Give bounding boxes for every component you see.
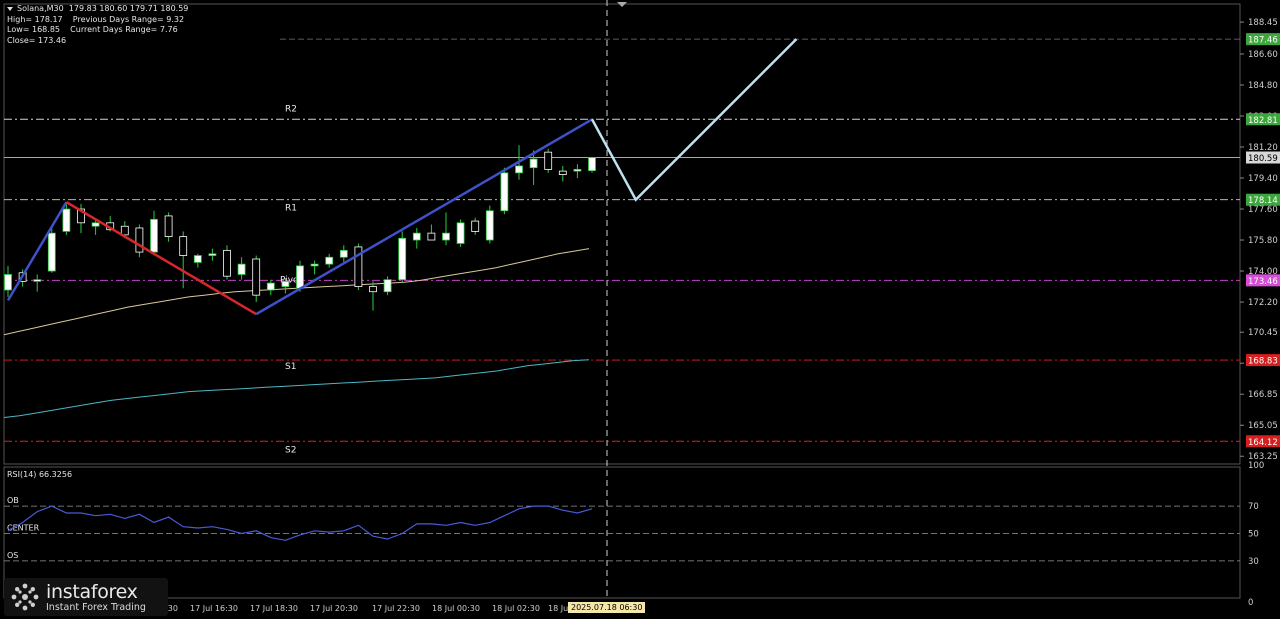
level-tag-label: 173.46 (1248, 277, 1278, 287)
candle-bear (179, 236, 188, 256)
candle-bull (325, 256, 334, 265)
level-tag-label: 182.81 (1248, 116, 1278, 126)
level-tag-label: 168.83 (1248, 357, 1278, 367)
candle-bull (310, 263, 319, 267)
current-range-value: Current Days Range= 7.76 (70, 25, 178, 34)
candle-bull (398, 237, 407, 281)
ma-slow-line (3, 359, 590, 418)
price-tick-label: 170.45 (1248, 328, 1278, 338)
rsi-line (7, 505, 593, 541)
candle-bear (544, 151, 553, 170)
level-text-r2: R2 (285, 104, 297, 114)
candle-bear (252, 258, 261, 296)
prev-range-value: Previous Days Range= 9.32 (72, 14, 185, 24)
level-tag-label: 164.12 (1248, 438, 1278, 448)
candle-bull (588, 157, 596, 171)
candle-bull (296, 265, 304, 289)
price-tick-label: 172.20 (1248, 298, 1278, 308)
rsi-level-label: OS (7, 551, 18, 560)
candle-bull (529, 158, 538, 169)
chart-canvas: 188.45186.60184.80183.00181.20179.40177.… (3, 0, 1280, 613)
candle-bull (573, 168, 582, 172)
candle-bull (33, 279, 42, 282)
candle-bear (223, 249, 231, 277)
price-tick-label: 177.60 (1248, 205, 1278, 215)
close-value: Close= 173.46 (7, 35, 67, 45)
level-text-r1: R1 (285, 204, 297, 214)
candle-bull (91, 222, 100, 227)
candle-bull (339, 249, 348, 258)
rsi-tick-label: 30 (1248, 557, 1259, 567)
candle-bull (237, 263, 246, 275)
level-text-s1: S1 (285, 362, 296, 372)
main-panel-frame (3, 3, 1241, 465)
top-level-tag-label: 187.46 (1248, 36, 1278, 46)
candle-bear (558, 170, 567, 175)
rsi-level-label: OB (7, 496, 19, 505)
time-axis-label: 17 Jul 20:30 (310, 604, 358, 613)
rsi-tick-label: 70 (1248, 502, 1259, 512)
rsi-panel-frame (3, 466, 1241, 599)
candle-bull (193, 255, 202, 263)
time-axis-label: 18 Jul 00:30 (432, 604, 480, 613)
candle-bull (150, 218, 158, 253)
logo-tagline: Instant Forex Trading (46, 601, 146, 613)
candle-bull (383, 279, 392, 293)
rsi-tick-label: 0 (1248, 598, 1253, 608)
candle-bull (485, 210, 494, 241)
logo-icon (11, 583, 39, 611)
price-tick-label: 184.80 (1248, 81, 1278, 91)
candle-bear (427, 232, 436, 241)
time-axis-label: 18 Jul 02:30 (492, 604, 540, 613)
price-tick-label: 186.60 (1248, 50, 1278, 60)
price-tick-label: 165.05 (1248, 421, 1278, 431)
time-axis-label: 17 Jul 16:30 (190, 604, 238, 613)
time-axis-label: 17 Jul 22:30 (372, 604, 420, 613)
candle-bear (471, 220, 480, 232)
candle-bull (456, 222, 465, 244)
candle-bull (442, 232, 450, 241)
level-tag-label: 178.14 (1248, 196, 1278, 206)
candle-bear (369, 286, 377, 293)
candle-bull (208, 253, 217, 256)
dropdown-icon[interactable] (7, 6, 13, 11)
candle-bull (4, 274, 12, 291)
candle-bear (120, 225, 129, 236)
logo-brand: instaforex (46, 580, 138, 603)
candle-bear (164, 215, 173, 237)
rsi-tick-label: 100 (1248, 461, 1264, 471)
current-time-marker: 2025.07.18 06:30 (568, 602, 646, 613)
candle-bull (47, 232, 56, 272)
time-axis-label: 17 Jul 18:30 (250, 604, 298, 613)
price-tick-label: 181.20 (1248, 143, 1278, 153)
candle-bull (500, 172, 509, 212)
level-tag-label: 180.59 (1248, 154, 1278, 164)
high-value: High= 178.17 (7, 14, 63, 24)
ohlc-values: 179.83 180.60 179.71 180.59 (68, 4, 189, 13)
low-value: Low= 168.85 (7, 25, 60, 34)
price-tick-label: 166.85 (1248, 390, 1278, 400)
price-tick-label: 179.40 (1248, 174, 1278, 184)
candle-bull (266, 282, 275, 291)
candle-bear (135, 227, 144, 253)
price-tick-label: 175.80 (1248, 236, 1278, 246)
level-text-s2: S2 (285, 445, 296, 455)
candle-bull (515, 165, 523, 174)
rsi-label: RSI(14) 66.3256 (7, 470, 73, 479)
symbol-label: Solana,M30 (17, 4, 64, 13)
instaforex-logo: instaforex Instant Forex Trading (4, 578, 168, 616)
price-tick-label: 188.45 (1248, 18, 1278, 28)
candle-bull (412, 232, 421, 241)
rsi-tick-label: 50 (1248, 530, 1259, 540)
candle-bull (62, 208, 71, 232)
up-trend-line (255, 118, 593, 316)
chart-header-info: Solana,M30 179.83 180.60 179.71 180.59 H… (7, 4, 188, 46)
candle-bull (281, 280, 290, 287)
